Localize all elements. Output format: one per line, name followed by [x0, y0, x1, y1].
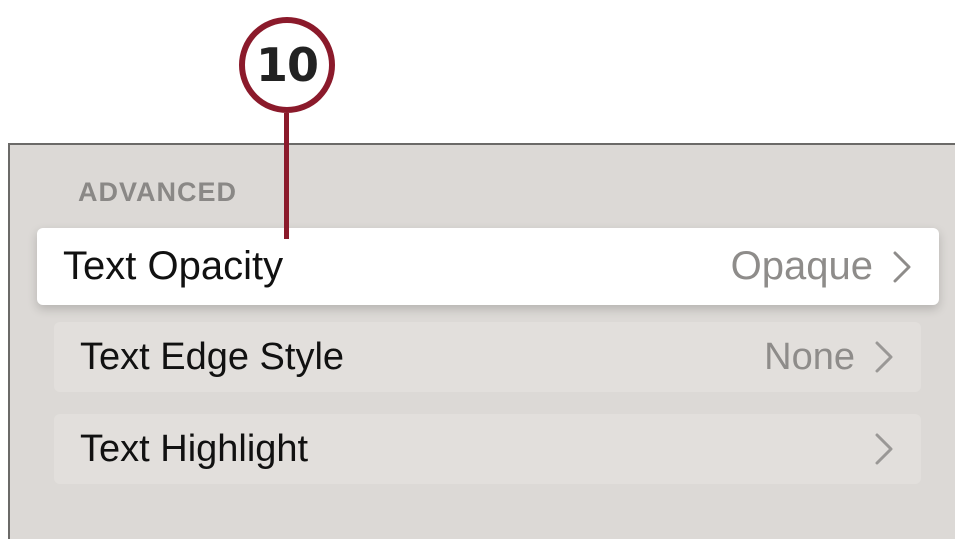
chevron-right-icon [887, 247, 917, 287]
chevron-right-icon [869, 429, 899, 469]
settings-row-text-edge-style[interactable]: Text Edge Style None [54, 322, 921, 392]
row-value: None [764, 335, 855, 378]
settings-row-text-opacity[interactable]: Text Opacity Opaque [37, 228, 939, 305]
step-callout-badge: 10 [239, 17, 335, 113]
row-label: Text Opacity [63, 244, 284, 288]
row-label: Text Edge Style [80, 335, 345, 378]
row-value-group: Opaque [731, 244, 917, 289]
row-value-group [855, 429, 899, 469]
row-label: Text Highlight [80, 427, 309, 470]
chevron-right-icon [869, 337, 899, 377]
settings-row-text-highlight[interactable]: Text Highlight [54, 414, 921, 484]
callout-pointer-line [284, 113, 289, 239]
callout-number: 10 [255, 38, 319, 92]
row-value: Opaque [730, 244, 873, 288]
section-header-advanced: ADVANCED [78, 177, 238, 207]
row-value-group: None [764, 336, 899, 379]
